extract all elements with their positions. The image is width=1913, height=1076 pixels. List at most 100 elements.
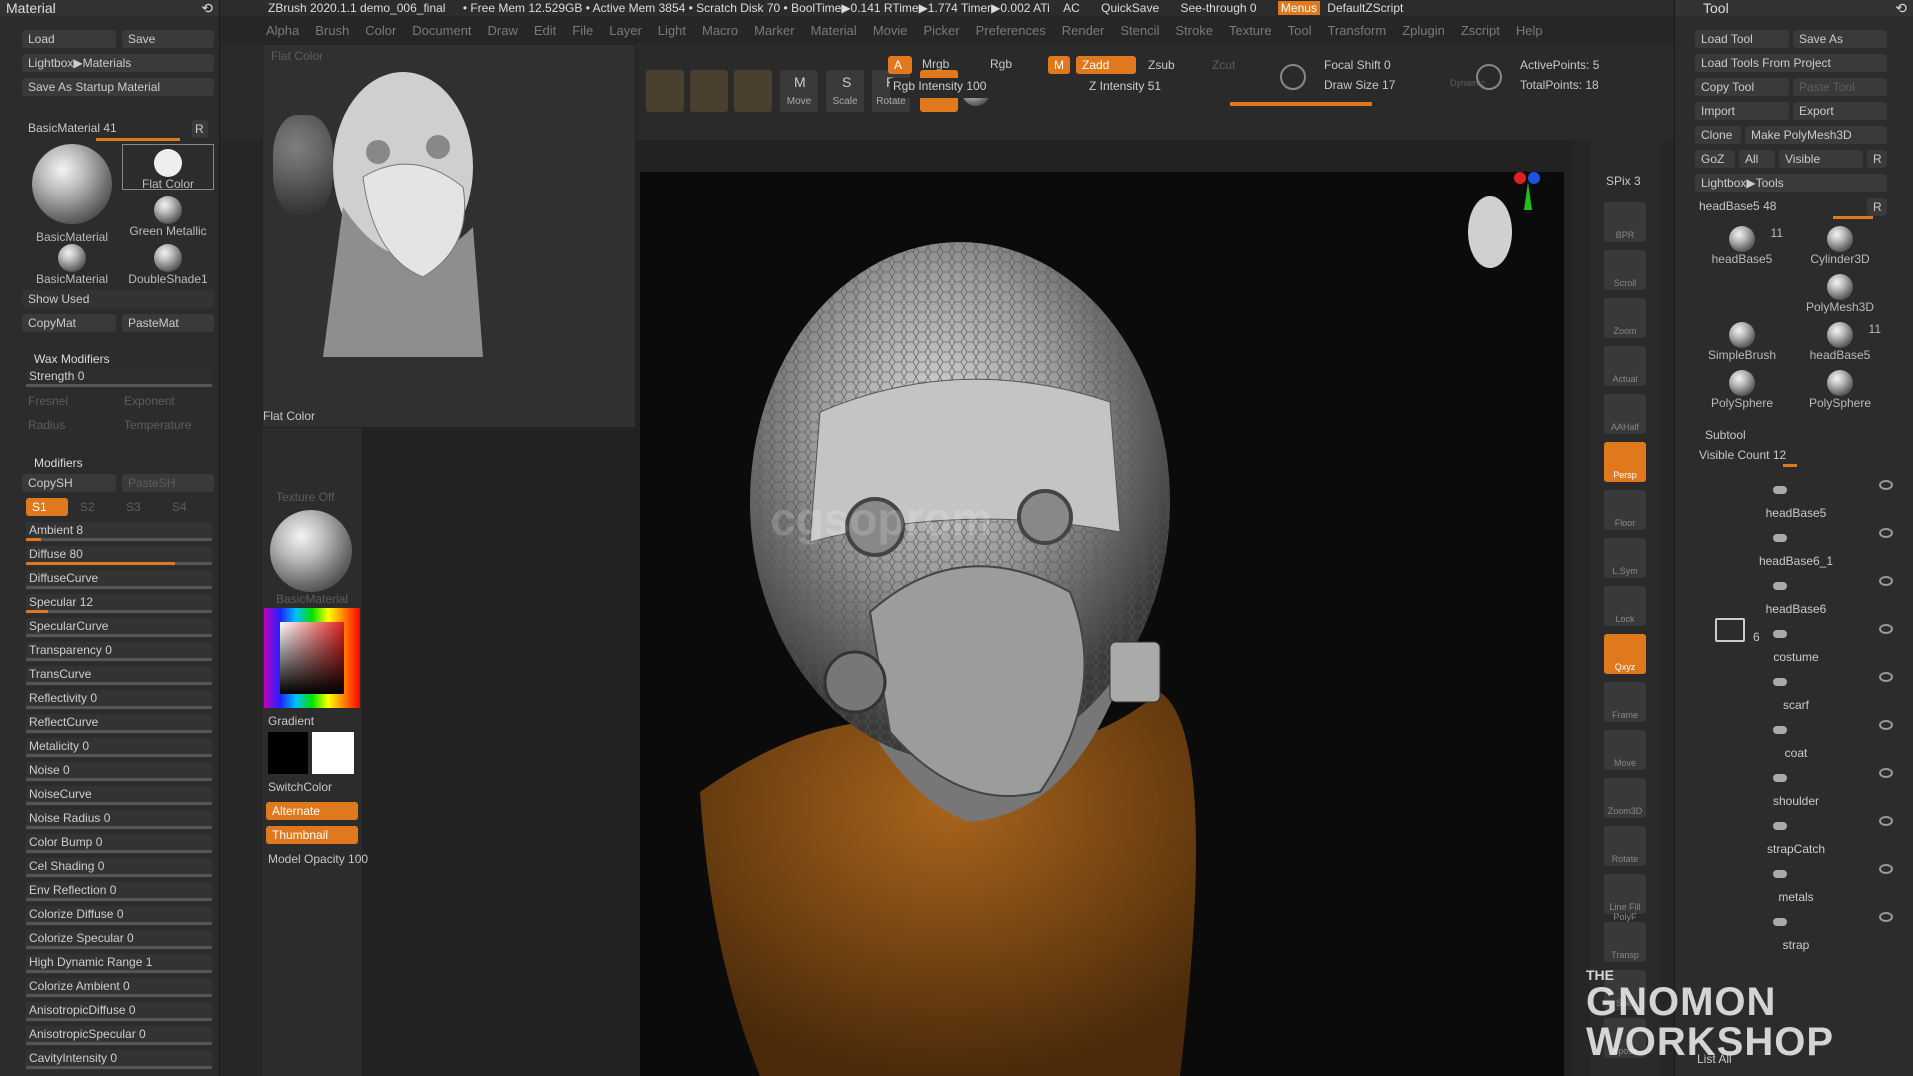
mrgb-button[interactable]: Mrgb (922, 57, 949, 71)
material-modifier-slider[interactable]: Noise 0 (26, 762, 212, 782)
tool-thumbnail[interactable]: headBase5 11 (1793, 322, 1887, 362)
a-toggle[interactable]: A (888, 56, 912, 74)
paste-tool-button[interactable]: Paste Tool (1793, 78, 1887, 96)
export-button[interactable]: Export (1793, 102, 1887, 120)
show-used-button[interactable]: Show Used (22, 290, 214, 308)
viewport-l-sym-button[interactable]: L.Sym (1604, 538, 1646, 578)
menu-draw[interactable]: Draw (488, 23, 518, 38)
s4-tab[interactable]: S4 (172, 500, 187, 514)
load-tools-from-project-button[interactable]: Load Tools From Project (1695, 54, 1887, 72)
goz-all-button[interactable]: All (1739, 150, 1775, 168)
viewport-lock-button[interactable]: Lock (1604, 586, 1646, 626)
viewport-aahalf-button[interactable]: AAHalf (1604, 394, 1646, 434)
subtool-item[interactable]: strap (1721, 908, 1901, 952)
menu-file[interactable]: File (572, 23, 593, 38)
menu-stroke[interactable]: Stroke (1175, 23, 1213, 38)
subtool-eye-icon[interactable] (1879, 624, 1893, 634)
material-modifier-slider[interactable]: High Dynamic Range 1 (26, 954, 212, 974)
viewport-bpr-button[interactable]: BPR (1604, 202, 1646, 242)
material-swatch-basic-2[interactable]: BasicMaterial (24, 244, 120, 286)
focal-shift-slider[interactable]: Focal Shift 0 (1324, 58, 1391, 72)
rgb-intensity-slider[interactable]: Rgb Intensity 100 (890, 78, 1098, 98)
draw-tool[interactable] (690, 70, 728, 112)
material-modifier-slider[interactable]: CavityIntensity 0 (26, 1050, 212, 1070)
tool-thumbnail[interactable]: headBase5 11 (1695, 226, 1789, 266)
tool-thumbnail[interactable]: PolyMesh3D (1793, 274, 1887, 314)
material-modifier-slider[interactable]: Specular 12 (26, 594, 212, 614)
copy-tool-button[interactable]: Copy Tool (1695, 78, 1789, 96)
tool-thumbnail[interactable]: SimpleBrush (1695, 322, 1789, 362)
material-modifier-slider[interactable]: Color Bump 0 (26, 834, 212, 854)
viewport-rotate-button[interactable]: Rotate (1604, 826, 1646, 866)
import-button[interactable]: Import (1695, 102, 1789, 120)
save-startup-material-button[interactable]: Save As Startup Material (22, 78, 214, 96)
tool-thumbnail[interactable]: PolySphere (1793, 370, 1887, 410)
subtool-eye-icon[interactable] (1879, 576, 1893, 586)
subtool-eye-icon[interactable] (1879, 768, 1893, 778)
thumbnail-button[interactable]: Thumbnail (266, 826, 358, 844)
default-zscript-button[interactable]: DefaultZScript (1327, 1, 1403, 15)
palette-dock-icon[interactable]: ⟲ (1895, 0, 1907, 16)
viewport-qxyz-button[interactable]: Qxyz (1604, 634, 1646, 674)
s1-tab[interactable]: S1 (26, 498, 68, 516)
subtool-item[interactable]: headBase6_1 (1721, 524, 1901, 568)
viewport-move-button[interactable]: Move (1604, 730, 1646, 770)
material-palette-header[interactable]: Material ⟲ (0, 0, 219, 16)
viewport-line-fill-polyf-button[interactable]: Line Fill PolyF (1604, 874, 1646, 922)
draw-size-icon[interactable] (1476, 64, 1502, 90)
secondary-color-swatch[interactable] (312, 732, 354, 774)
color-picker-square[interactable] (280, 622, 344, 694)
subtool-eye-icon[interactable] (1879, 816, 1893, 826)
lightbox-tools-button[interactable]: Lightbox▶Tools (1695, 174, 1887, 192)
lightbox-materials-button[interactable]: Lightbox▶Materials (22, 54, 214, 72)
pastemat-button[interactable]: PasteMat (122, 314, 214, 332)
tool-slider-bar[interactable] (1833, 216, 1873, 219)
basic-material-sphere-icon[interactable] (270, 510, 352, 592)
menu-brush[interactable]: Brush (315, 23, 349, 38)
seethrough-slider[interactable]: See-through 0 (1181, 1, 1257, 15)
subtool-item[interactable]: scarf (1721, 668, 1901, 712)
move-draw-tool[interactable] (734, 70, 772, 112)
goz-button[interactable]: GoZ (1695, 150, 1735, 168)
material-modifier-slider[interactable]: Colorize Diffuse 0 (26, 906, 212, 926)
tool-palette-header[interactable]: Tool ⟲ (1675, 0, 1913, 16)
zsub-button[interactable]: Zsub (1148, 58, 1175, 72)
subtool-toggle-icon[interactable] (1773, 630, 1787, 638)
subtool-toggle-icon[interactable] (1773, 918, 1787, 926)
menus-toggle[interactable]: Menus (1277, 1, 1320, 15)
subtool-toggle-icon[interactable] (1773, 534, 1787, 542)
menu-zscript[interactable]: Zscript (1461, 23, 1500, 38)
tool-r-button[interactable]: R (1867, 198, 1887, 216)
color-picker-ring[interactable] (264, 608, 360, 708)
material-modifier-slider[interactable]: Env Reflection 0 (26, 882, 212, 902)
viewport-frame-button[interactable]: Frame (1604, 682, 1646, 722)
menu-texture[interactable]: Texture (1229, 23, 1272, 38)
material-modifier-slider[interactable]: NoiseCurve (26, 786, 212, 806)
save-material-button[interactable]: Save (122, 30, 214, 48)
subtool-header[interactable]: Subtool (1705, 428, 1746, 442)
save-as-button[interactable]: Save As (1793, 30, 1887, 48)
s3-tab[interactable]: S3 (126, 500, 141, 514)
material-modifier-slider[interactable]: Colorize Ambient 0 (26, 978, 212, 998)
wax-modifiers-header[interactable]: Wax Modifiers (34, 352, 110, 366)
viewport-floor-button[interactable]: Floor (1604, 490, 1646, 530)
3d-viewport[interactable]: cgsoprom (640, 172, 1564, 1076)
edit-tool[interactable] (646, 70, 684, 112)
zcut-button[interactable]: Zcut (1212, 58, 1235, 72)
subtool-eye-icon[interactable] (1879, 864, 1893, 874)
material-swatch-flat-color[interactable]: Flat Color (122, 144, 214, 191)
current-material-slider[interactable] (96, 138, 180, 141)
subtool-item[interactable]: headBase6 (1721, 572, 1901, 616)
rgb-button[interactable]: Rgb (990, 57, 1012, 71)
wax-strength-slider[interactable]: Strength 0 (26, 368, 212, 388)
material-modifier-slider[interactable]: Cel Shading 0 (26, 858, 212, 878)
subtool-eye-icon[interactable] (1879, 720, 1893, 730)
material-modifier-slider[interactable]: AnisotropicDiffuse 0 (26, 1002, 212, 1022)
menu-movie[interactable]: Movie (873, 23, 908, 38)
material-modifier-slider[interactable]: TransCurve (26, 666, 212, 686)
menu-zplugin[interactable]: Zplugin (1402, 23, 1445, 38)
menu-layer[interactable]: Layer (609, 23, 642, 38)
subtool-eye-icon[interactable] (1879, 672, 1893, 682)
material-modifier-slider[interactable]: DiffuseCurve (26, 570, 212, 590)
viewport-zoom3d-button[interactable]: Zoom3D (1604, 778, 1646, 818)
